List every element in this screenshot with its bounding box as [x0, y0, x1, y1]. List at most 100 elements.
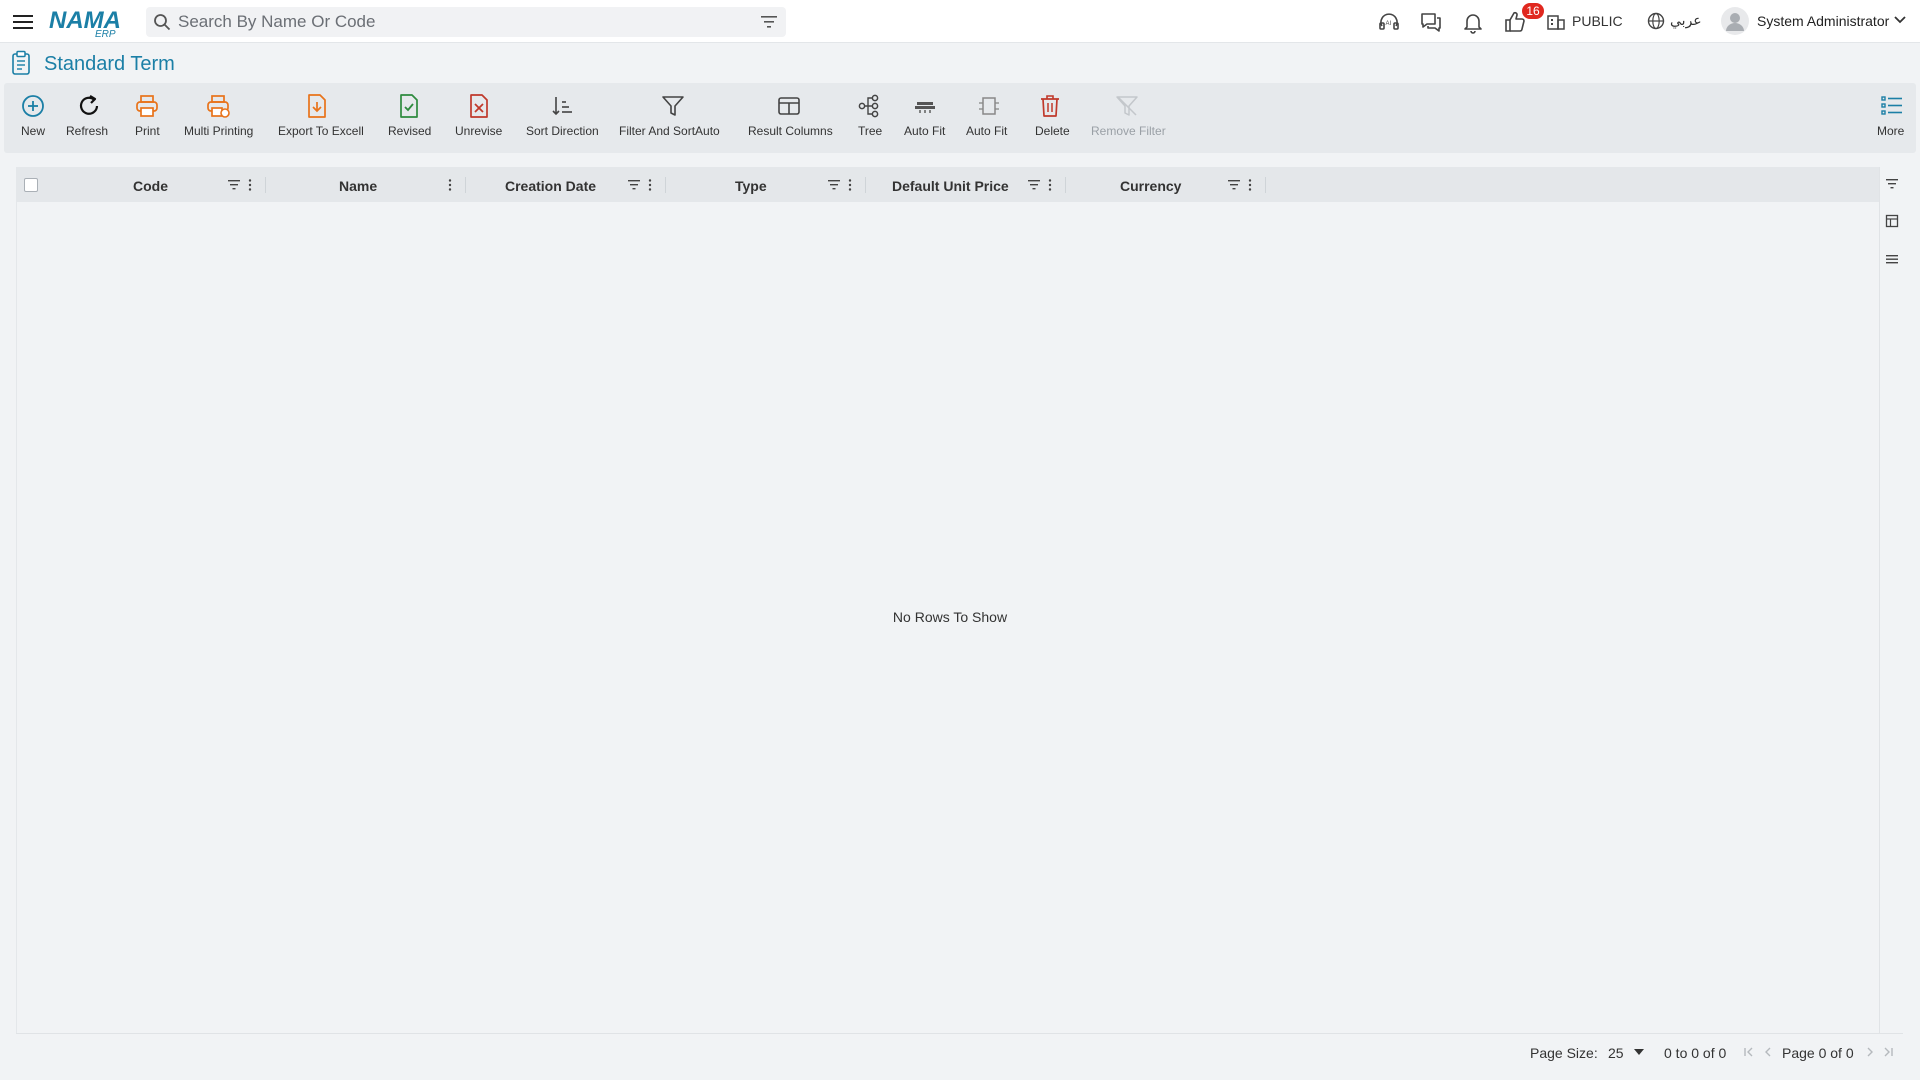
branch-label[interactable]: PUBLIC [1572, 13, 1623, 29]
hamburger-menu-icon[interactable] [12, 11, 34, 33]
column-menu-icon[interactable] [843, 178, 857, 192]
search-filter-icon[interactable] [760, 14, 778, 30]
more-label: More [1877, 124, 1905, 138]
notification-badge: 16 [1522, 3, 1544, 19]
bell-icon[interactable] [1461, 10, 1485, 34]
column-header-type[interactable]: Type [735, 178, 767, 194]
page-size-select[interactable]: 25 [1602, 1041, 1648, 1063]
auto-fit-button-1[interactable]: Auto Fit [900, 83, 950, 153]
chat-icon[interactable] [1419, 10, 1443, 34]
ai-assistant-icon[interactable]: AI [1377, 10, 1401, 34]
funnel-icon [662, 96, 684, 116]
auto-fit-size-icon [979, 97, 999, 115]
sort-direction-button[interactable]: Sort Direction [522, 83, 602, 153]
refresh-button[interactable]: Refresh [64, 83, 120, 153]
multi-printing-button[interactable]: Multi Printing [180, 83, 256, 153]
user-avatar-icon[interactable] [1721, 7, 1749, 35]
remove-filter-button[interactable]: Remove Filter [1088, 83, 1166, 153]
new-label: New [21, 124, 46, 138]
column-menu-icon[interactable] [443, 178, 457, 192]
language-switch[interactable]: عربي [1670, 12, 1702, 29]
export-file-icon [308, 94, 326, 118]
search-input[interactable] [178, 11, 738, 33]
column-filter-icon[interactable] [1227, 178, 1241, 192]
svg-text:ERP: ERP [95, 29, 116, 38]
svg-text:AI: AI [1386, 21, 1392, 27]
column-header-code[interactable]: Code [133, 178, 168, 194]
previous-page-icon[interactable] [1762, 1046, 1774, 1058]
column-menu-icon[interactable] [1243, 178, 1257, 192]
column-header-name[interactable]: Name [339, 178, 377, 194]
auto-fit-columns-icon [915, 102, 935, 113]
auto-fit-button-2[interactable]: Auto Fit [964, 83, 1014, 153]
page-size-value: 25 [1608, 1045, 1624, 1061]
column-header-creation-date[interactable]: Creation Date [505, 178, 596, 194]
delete-button[interactable]: Delete [1028, 83, 1072, 153]
export-excel-label: Export To Excell [278, 124, 364, 138]
column-separator[interactable] [665, 177, 666, 193]
column-filter-icon[interactable] [227, 178, 241, 192]
filters-panel-icon[interactable] [1885, 177, 1899, 191]
filter-sort-button[interactable]: Filter And SortAuto [618, 83, 728, 153]
column-separator[interactable] [865, 177, 866, 193]
grid-side-panel [1879, 167, 1903, 1033]
more-button[interactable]: More [1874, 83, 1910, 153]
delete-label: Delete [1035, 124, 1070, 138]
sort-direction-label: Sort Direction [526, 124, 599, 138]
page-title: Standard Term [44, 53, 175, 75]
column-filter-icon[interactable] [1027, 178, 1041, 192]
refresh-label: Refresh [66, 124, 109, 138]
result-columns-label: Result Columns [748, 124, 833, 138]
column-filter-icon[interactable] [827, 178, 841, 192]
revised-button[interactable]: Revised [382, 83, 438, 153]
print-button[interactable]: Print [128, 83, 168, 153]
remove-filter-label: Remove Filter [1091, 124, 1166, 138]
last-page-icon[interactable] [1882, 1046, 1894, 1058]
next-page-icon[interactable] [1864, 1046, 1876, 1058]
menu-lines-icon[interactable] [1885, 252, 1899, 266]
user-name[interactable]: System Administrator [1757, 13, 1889, 29]
unrevise-label: Unrevise [455, 124, 503, 138]
unrevise-button[interactable]: Unrevise [450, 83, 510, 153]
refresh-icon [79, 95, 99, 115]
trash-icon [1041, 95, 1059, 117]
result-columns-button[interactable]: Result Columns [742, 83, 836, 153]
add-circle-icon [22, 95, 44, 117]
multi-print-icon [207, 95, 230, 118]
chevron-down-icon[interactable] [1893, 15, 1907, 25]
column-separator[interactable] [1265, 177, 1266, 193]
auto-fit-label-1: Auto Fit [904, 124, 946, 138]
column-separator[interactable] [465, 177, 466, 193]
action-toolbar: New Refresh Print Multi Printing Export … [4, 83, 1916, 153]
global-search [146, 7, 786, 37]
new-button[interactable]: New [12, 83, 54, 153]
top-bar: NAMA ERP AI 16 PUBLIC [0, 0, 1920, 43]
pagination-bar: Page Size: 25 0 to 0 of 0 Page 0 of 0 [16, 1033, 1903, 1070]
globe-icon[interactable] [1647, 12, 1665, 30]
column-header-default-unit-price[interactable]: Default Unit Price [892, 178, 1009, 194]
clipboard-icon [12, 50, 30, 75]
first-page-icon[interactable] [1743, 1046, 1755, 1058]
column-filter-icon[interactable] [627, 178, 641, 192]
branch-building-icon[interactable] [1546, 11, 1566, 31]
column-header-currency[interactable]: Currency [1120, 178, 1181, 194]
column-separator[interactable] [265, 177, 266, 193]
file-check-icon [400, 94, 418, 118]
select-all-checkbox[interactable] [24, 178, 38, 192]
page-size-label: Page Size: [1530, 1045, 1598, 1061]
sort-icon [552, 97, 572, 116]
tree-button[interactable]: Tree [850, 83, 888, 153]
nama-logo[interactable]: NAMA ERP [49, 6, 131, 38]
column-separator[interactable] [1065, 177, 1066, 193]
search-icon[interactable] [153, 13, 171, 31]
page-info: Page 0 of 0 [1782, 1045, 1854, 1061]
column-menu-icon[interactable] [243, 178, 257, 192]
column-menu-icon[interactable] [643, 178, 657, 192]
columns-panel-icon[interactable] [1885, 214, 1899, 228]
auto-fit-label-2: Auto Fit [966, 124, 1008, 138]
list-icon [1881, 96, 1902, 115]
column-menu-icon[interactable] [1043, 178, 1057, 192]
export-excel-button[interactable]: Export To Excell [272, 83, 364, 153]
tree-icon [858, 94, 879, 118]
caret-down-icon [1634, 1049, 1644, 1055]
